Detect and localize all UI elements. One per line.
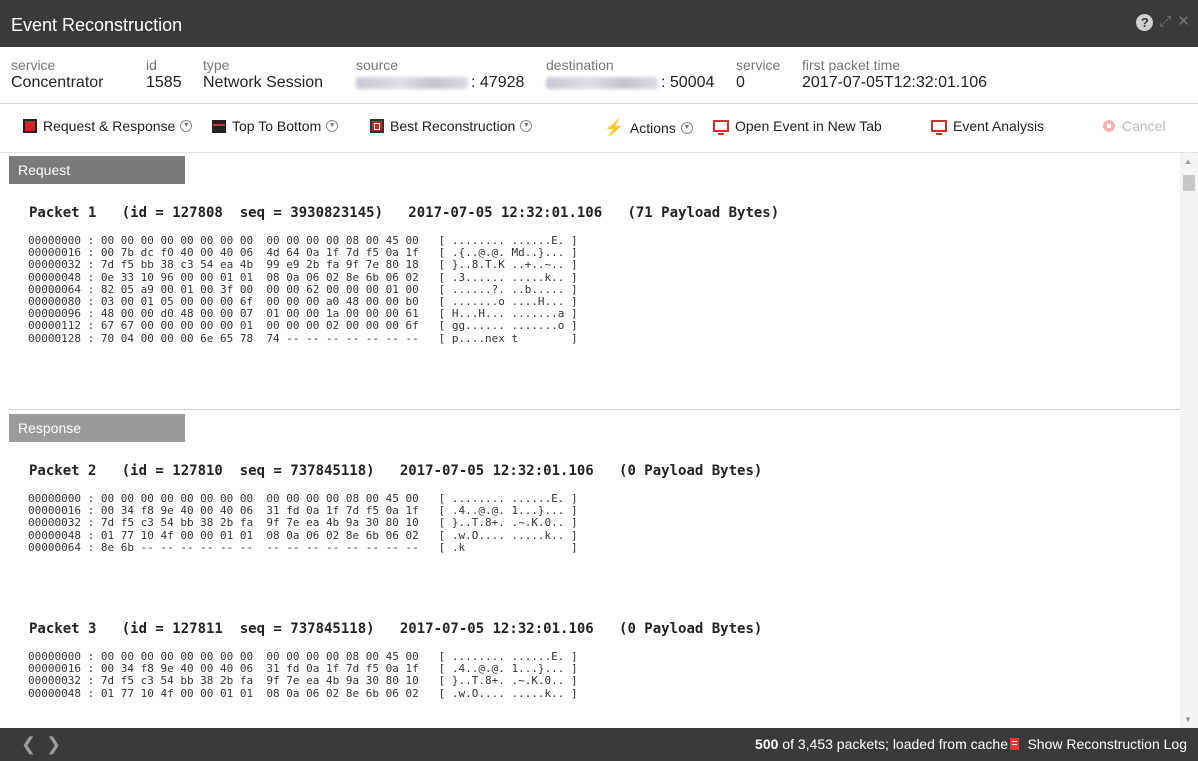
lightning-icon: ⚡ [604, 120, 624, 137]
actions-button[interactable]: ⚡ Actions ▼ [604, 118, 693, 138]
meta-service: service Concentrator [11, 57, 104, 93]
show-reconstruction-log-link[interactable]: Show Reconstruction Log [1010, 736, 1187, 752]
redacted-ip [546, 76, 658, 89]
request-response-icon [23, 119, 37, 133]
hex-row: 00000128 : 70 04 00 00 00 6e 65 78 74 --… [28, 331, 578, 345]
response-section-header: Response [9, 414, 185, 442]
meta-id-value: 1585 [146, 74, 182, 91]
reconstruction-toolbar: Request & Response ▼ Top To Bottom ▼ Bes… [0, 104, 1198, 153]
meta-type: type Network Session [203, 57, 323, 93]
chevron-down-icon: ▼ [180, 120, 193, 132]
cancel-label: Cancel [1122, 118, 1166, 134]
packet-header: Packet 1 (id = 127808 seq = 3930823145) … [29, 205, 780, 221]
packet-hex-dump: 00000000 : 00 00 00 00 00 00 00 00 00 00… [28, 650, 578, 700]
request-response-label: Request & Response [43, 118, 176, 134]
reconstruction-content[interactable]: Request Packet 1 (id = 127808 seq = 3930… [9, 153, 1180, 728]
monitor-icon [931, 120, 947, 135]
hex-row: 00000048 : 01 77 10 4f 00 00 01 01 08 0a… [28, 686, 578, 700]
top-to-bottom-button[interactable]: Top To Bottom ▼ [212, 118, 339, 134]
document-icon [1010, 738, 1020, 750]
cancel-button[interactable]: Cancel [1103, 118, 1166, 134]
hex-row: 00000032 : 7d f5 c3 54 bb 38 2b fa 9f 7e… [28, 516, 578, 530]
packet-header: Packet 2 (id = 127810 seq = 737845118) 2… [29, 463, 763, 479]
meta-destination-port: : 50004 [661, 74, 715, 91]
title-bar: Event Reconstruction ? ⤢ ✕ [0, 0, 1198, 47]
meta-id: id 1585 [146, 57, 182, 93]
loaded-packet-count: 500 [755, 736, 779, 752]
next-icon[interactable]: ❯ [46, 734, 71, 754]
meta-first-packet-time-label: first packet time [802, 57, 901, 73]
section-divider [9, 409, 1180, 410]
packet-status-text: of 3,453 packets; loaded from cache [778, 736, 1008, 752]
meta-first-packet-time: first packet time 2017-07-05T12:32:01.10… [802, 57, 987, 93]
packet-header: Packet 3 (id = 127811 seq = 737845118) 2… [29, 621, 763, 637]
hex-row: 00000048 : 01 77 10 4f 00 00 01 01 08 0a… [28, 528, 578, 542]
meta-service2-value: 0 [736, 74, 745, 91]
hex-row: 00000032 : 7d f5 c3 54 bb 38 2b fa 9f 7e… [28, 674, 578, 688]
best-reconstruction-icon [370, 119, 384, 133]
meta-type-value: Network Session [203, 74, 324, 91]
open-new-tab-label: Open Event in New Tab [735, 118, 882, 134]
scroll-up-icon[interactable]: ▲ [1184, 157, 1192, 166]
meta-source: source : 47928 [356, 57, 524, 93]
previous-icon[interactable]: ❮ [21, 734, 46, 754]
packet-hex-dump: 00000000 : 00 00 00 00 00 00 00 00 00 00… [28, 234, 578, 345]
meta-service-label: service [11, 57, 56, 73]
event-analysis-label: Event Analysis [953, 118, 1045, 134]
meta-service2: service 0 [736, 57, 780, 93]
top-to-bottom-label: Top To Bottom [232, 118, 322, 134]
packet-load-status: 500 of 3,453 packets; loaded from cache [755, 736, 1008, 752]
meta-destination: destination : 50004 [546, 57, 714, 93]
monitor-icon [713, 120, 729, 135]
window-controls: ? ⤢ ✕ [1136, 13, 1190, 31]
meta-service2-label: service [736, 57, 781, 73]
meta-type-label: type [203, 57, 230, 73]
packet-hex-dump: 00000000 : 00 00 00 00 00 00 00 00 00 00… [28, 492, 578, 554]
event-analysis-button[interactable]: Event Analysis [931, 118, 1045, 135]
chevron-down-icon: ▼ [520, 120, 533, 132]
actions-label: Actions [629, 120, 676, 136]
hex-row: 00000112 : 67 67 00 00 00 00 00 01 00 00… [28, 319, 578, 333]
meta-source-label: source [356, 57, 399, 73]
show-log-label: Show Reconstruction Log [1027, 736, 1187, 752]
footer-bar: ❮❯ 500 of 3,453 packets; loaded from cac… [0, 728, 1198, 761]
scrollbar-thumb[interactable] [1183, 175, 1195, 191]
best-reconstruction-button[interactable]: Best Reconstruction ▼ [370, 118, 533, 134]
hex-row: 00000064 : 8e 6b -- -- -- -- -- -- -- --… [28, 540, 578, 554]
request-response-button[interactable]: Request & Response ▼ [23, 118, 193, 134]
meta-service-value: Concentrator [11, 74, 104, 91]
expand-icon[interactable]: ⤢ [1159, 13, 1171, 31]
open-new-tab-button[interactable]: Open Event in New Tab [713, 118, 882, 135]
window-title: Event Reconstruction [11, 15, 183, 35]
event-meta: service Concentrator id 1585 type Networ… [0, 47, 1198, 104]
meta-destination-label: destination [546, 57, 614, 73]
meta-id-label: id [146, 57, 157, 73]
vertical-scrollbar[interactable]: ▲ ▼ [1180, 153, 1198, 728]
hex-row: 00000048 : 0e 33 10 96 00 00 01 01 08 0a… [28, 270, 578, 284]
stop-icon [1103, 120, 1115, 132]
scroll-down-icon[interactable]: ▼ [1184, 715, 1192, 724]
close-icon[interactable]: ✕ [1177, 13, 1190, 31]
pagination-nav: ❮❯ [21, 734, 71, 755]
chevron-down-icon: ▼ [326, 120, 339, 132]
meta-source-port: : 47928 [471, 74, 525, 91]
help-icon[interactable]: ? [1136, 13, 1154, 31]
best-reconstruction-label: Best Reconstruction [390, 118, 516, 134]
redacted-ip [356, 76, 468, 89]
meta-first-packet-time-value: 2017-07-05T12:32:01.106 [802, 74, 988, 91]
top-to-bottom-icon [212, 119, 226, 133]
request-section-header: Request [9, 156, 185, 184]
chevron-down-icon: ▼ [680, 122, 693, 134]
hex-row: 00000032 : 7d f5 bb 38 c3 54 ea 4b 99 e9… [28, 258, 578, 272]
